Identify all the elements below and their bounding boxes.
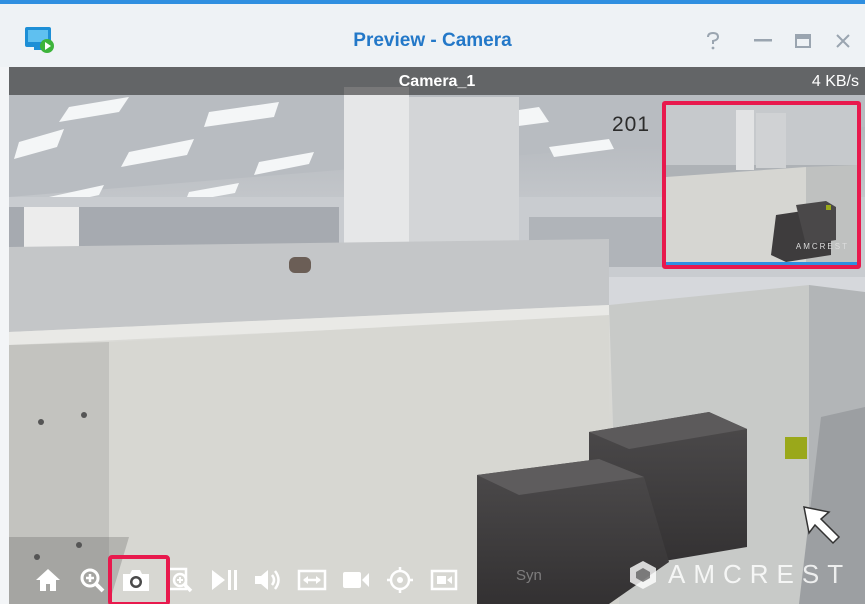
osd-timestamp: 201 [612, 113, 651, 136]
window-title: Preview - Camera [353, 30, 512, 51]
stream-icon[interactable] [422, 560, 466, 600]
watermark-text: Syn [516, 567, 542, 584]
help-icon[interactable] [696, 24, 730, 58]
close-icon[interactable] [826, 24, 860, 58]
video-toolbar [26, 560, 466, 600]
maximize-icon[interactable] [786, 24, 820, 58]
preview-window: Preview - Camera Camera_1 4 KB/s 201 AMC… [0, 0, 865, 604]
zoom-in-icon[interactable] [158, 560, 202, 600]
digital-zoom-icon[interactable] [70, 560, 114, 600]
minimize-icon[interactable] [746, 24, 780, 58]
pip-preview[interactable]: AMCREST [662, 101, 861, 269]
brand-mark-icon [630, 560, 656, 589]
camera-info-bar: Camera_1 4 KB/s [9, 67, 865, 95]
brand-text: AMCREST [668, 559, 852, 589]
pip-thumbnail: AMCREST [666, 105, 857, 265]
bitrate-readout: 4 KB/s [811, 73, 859, 90]
brand-logo: AMCREST [628, 559, 851, 590]
volume-icon[interactable] [246, 560, 290, 600]
snapshot-icon[interactable] [114, 560, 158, 600]
title-bar[interactable]: Preview - Camera [0, 4, 865, 67]
home-icon[interactable] [26, 560, 70, 600]
record-icon[interactable] [334, 560, 378, 600]
ptz-icon[interactable] [378, 560, 422, 600]
play-pause-icon[interactable] [202, 560, 246, 600]
pip-brand-logo: AMCREST [795, 242, 849, 251]
camera-name: Camera_1 [398, 73, 476, 90]
fit-window-icon[interactable] [290, 560, 334, 600]
